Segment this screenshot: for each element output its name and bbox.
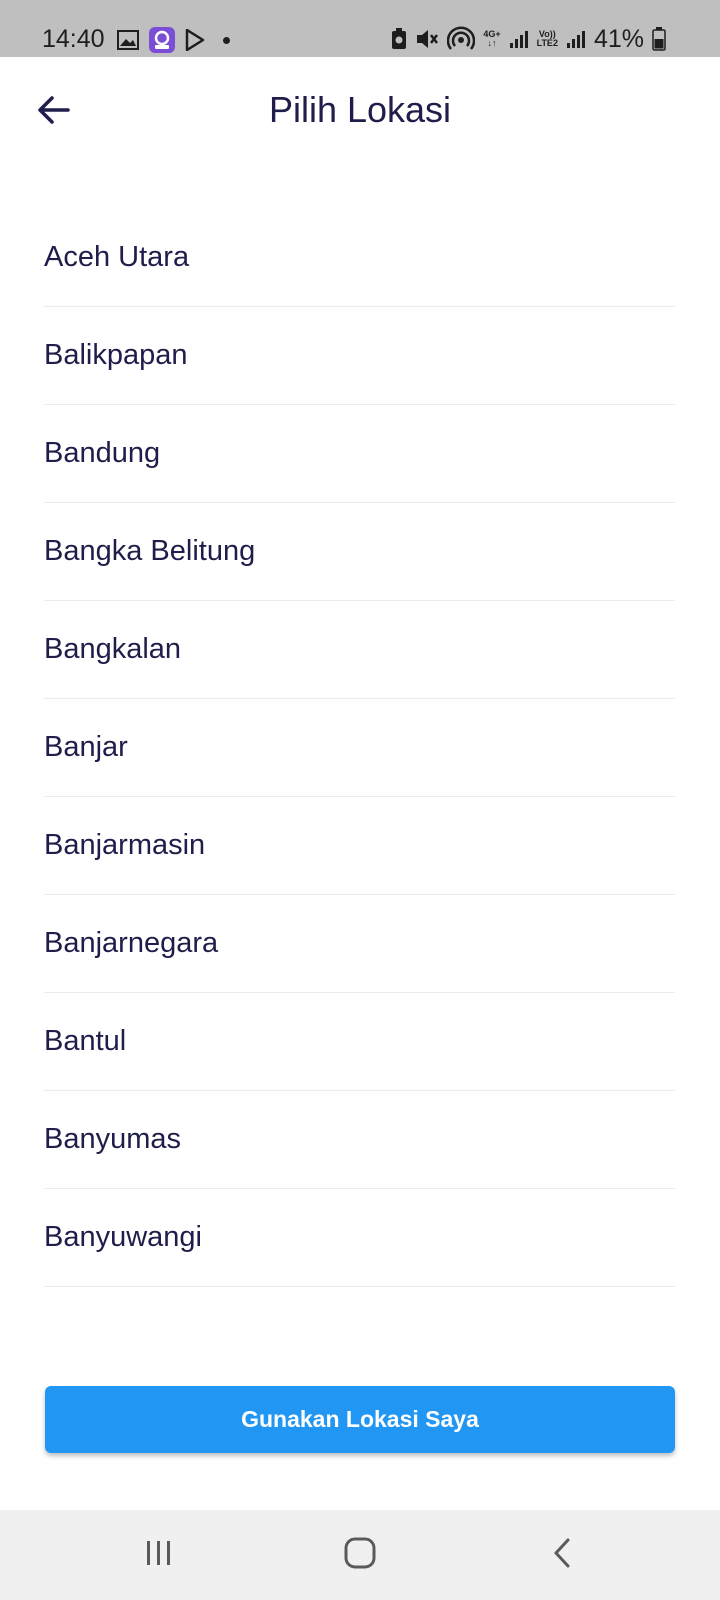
signal-icon-2 [566,31,585,48]
hotspot-icon [447,26,476,50]
location-list: Aceh Utara Balikpapan Bandung Bangka Bel… [44,209,675,1287]
location-item-bangka-belitung[interactable]: Bangka Belitung [44,503,675,601]
lte-label: LTE2 [536,38,558,48]
battery-saver-icon [392,28,407,49]
back-icon [554,1538,570,1568]
location-item-bandung[interactable]: Bandung [44,405,675,503]
location-item-balikpapan[interactable]: Balikpapan [44,307,675,405]
nav-recents-button[interactable] [129,1528,189,1578]
location-item-bangkalan[interactable]: Bangkalan [44,601,675,699]
location-item-banyuwangi[interactable]: Banyuwangi [44,1189,675,1287]
battery-percent: 41% [593,25,644,53]
app-notification-icon [149,27,175,53]
recents-icon [147,1541,170,1565]
location-item-aceh-utara[interactable]: Aceh Utara [44,209,675,307]
status-system-icons: 4G+ ↓↑ Vo)) LTE2 41% [391,24,666,54]
nav-back-button[interactable] [532,1528,592,1578]
gallery-icon [117,30,139,50]
app-header: Pilih Lokasi [0,57,720,163]
more-notifications-dot-icon [223,36,230,44]
system-nav-bar [0,1510,720,1600]
signal-icon-1 [509,31,528,48]
page-title: Pilih Lokasi [268,89,452,130]
use-my-location-button[interactable]: Gunakan Lokasi Saya [45,1386,675,1453]
location-item-banyumas[interactable]: Banyumas [44,1091,675,1189]
home-icon [344,1537,376,1569]
location-item-bantul[interactable]: Bantul [44,993,675,1091]
location-item-banjarnegara[interactable]: Banjarnegara [44,895,675,993]
network-type-icon: 4G+ ↓↑ [483,29,501,48]
status-notification-icons [117,26,230,54]
battery-icon [652,27,666,51]
status-bar: 14:40 4G+ ↓↑ Vo)) LTE2 41% [0,0,720,57]
location-item-banjar[interactable]: Banjar [44,699,675,797]
status-time: 14:40 [42,25,105,53]
mute-icon [417,30,439,48]
play-store-icon [185,29,205,51]
nav-home-button[interactable] [330,1528,390,1578]
location-item-banjarmasin[interactable]: Banjarmasin [44,797,675,895]
volte-icon: Vo)) LTE2 [537,30,558,48]
